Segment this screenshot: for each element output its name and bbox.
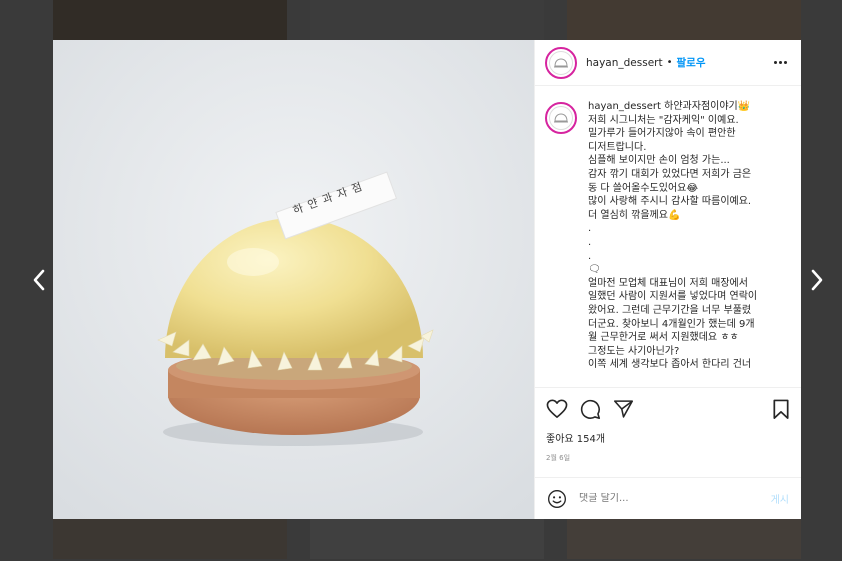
post-modal: 하 얀 과 자 점 hayan_dessert • 팔로우 hayan_dess…: [53, 40, 801, 519]
caption-line: 월 근무한거로 써서 지원했데요 ㅎㅎ: [588, 332, 739, 344]
comment-form: 게시: [535, 477, 801, 519]
caption-first-line: 하얀과자점이야기👑: [664, 101, 751, 112]
likes-count[interactable]: 좋아요 154개: [546, 430, 790, 445]
caption-line: 저희 시그니처는 "감자케익" 이예요.: [588, 114, 739, 126]
post-date[interactable]: 2월 6일: [546, 453, 790, 463]
share-icon[interactable]: [613, 399, 634, 419]
chevron-left-icon: [33, 269, 45, 291]
caption-text: hayan_dessert 하얀과자점이야기👑 저희 시그니처는 "감자케익" …: [588, 100, 757, 387]
post-comment-button[interactable]: 게시: [771, 491, 789, 506]
caption-line: 더 열심히 깎을께요💪: [588, 209, 681, 221]
caption-line: 많이 사랑해 주시니 감사할 따름이예요.: [588, 196, 752, 208]
caption-line: .: [588, 250, 592, 262]
caption-avatar[interactable]: [545, 102, 577, 134]
smiley-icon[interactable]: [547, 489, 567, 509]
more-options-icon[interactable]: [774, 61, 787, 64]
caption-section: hayan_dessert 하얀과자점이야기👑 저희 시그니처는 "감자케익" …: [535, 86, 801, 387]
follow-button[interactable]: 팔로우: [677, 55, 706, 70]
post-actions: 좋아요 154개 2월 6일: [535, 387, 801, 477]
separator-dot: •: [666, 57, 673, 68]
caption-username[interactable]: hayan_dessert: [588, 101, 661, 112]
previous-post-button[interactable]: [28, 266, 50, 294]
caption-line: 심플해 보이지만 손이 엄청 가는...: [588, 155, 730, 167]
caption-line: 더군요. 찾아보니 4개월인가 했는데 9개: [588, 318, 755, 330]
post-header: hayan_dessert • 팔로우: [535, 40, 801, 86]
post-photo[interactable]: 하 얀 과 자 점: [53, 40, 534, 519]
chevron-right-icon: [811, 269, 823, 291]
caption-line: 디저트랍니다.: [588, 141, 647, 153]
header-username[interactable]: hayan_dessert: [586, 57, 663, 69]
bookmark-icon[interactable]: [772, 399, 790, 420]
dessert-logo-icon: [554, 113, 568, 123]
post-side-panel: hayan_dessert • 팔로우 hayan_dessert 하얀과자점이…: [534, 40, 801, 519]
caption-line: 🗨: [588, 264, 601, 276]
caption-line: 그정도는 사기아닌가?: [588, 345, 680, 357]
comment-input[interactable]: [579, 493, 771, 504]
avatar[interactable]: [545, 46, 577, 79]
caption-line: 동 다 쓸어올수도있어요😂: [588, 182, 699, 194]
next-post-button[interactable]: [806, 266, 828, 294]
caption-line: 이쪽 세계 생각보다 좁아서 한다리 건너: [588, 359, 752, 371]
caption-line: 얼마전 모업체 대표님이 저희 매장에서: [588, 277, 748, 289]
heart-icon[interactable]: [546, 399, 568, 419]
caption-line: 밀가루가 들어가지않아 속이 편안한: [588, 128, 736, 140]
dessert-logo-icon: [554, 57, 568, 67]
caption-line: 일했던 사람이 지원서를 넣었다며 연락이: [588, 291, 758, 303]
comment-icon[interactable]: [580, 399, 601, 420]
caption-line: 감자 깎기 대회가 있었다면 저희가 금은: [588, 168, 752, 180]
caption-line: .: [588, 236, 592, 248]
caption-line: 왔어요. 그런데 근무기간을 너무 부풀렸: [588, 304, 752, 316]
caption-line: .: [588, 223, 592, 235]
dessert-photo-image: [53, 40, 534, 519]
